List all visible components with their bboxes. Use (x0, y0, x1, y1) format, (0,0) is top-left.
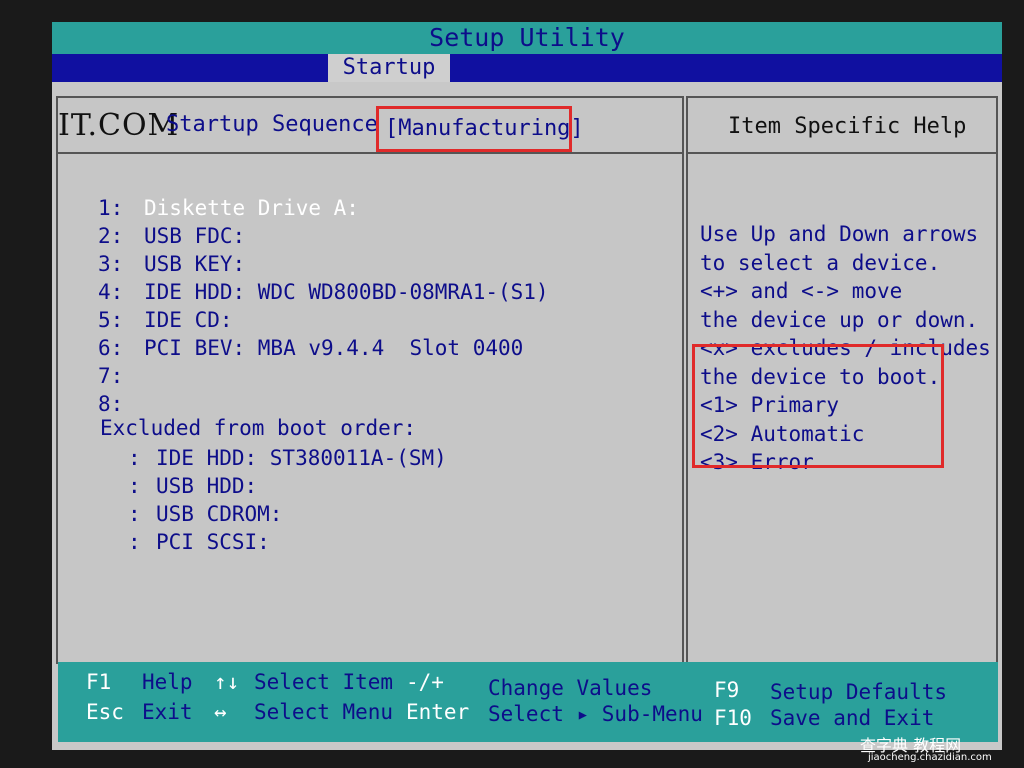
help-panel: Item Specific Help Use Up and Down arrow… (686, 96, 998, 664)
change-values-label: Change Values (488, 676, 653, 700)
tab-startup[interactable]: Startup (328, 54, 450, 82)
f9-key: F9 (714, 678, 740, 702)
up-down-arrows-icon: ↑↓ (214, 670, 240, 694)
window-title: Setup Utility (52, 22, 1002, 54)
plus-minus-key: -/+ (406, 670, 444, 694)
startup-sequence-value[interactable]: [Manufacturing] (376, 106, 584, 152)
panel-divider (688, 152, 996, 154)
select-submenu-label: Select ▸ Sub-Menu (488, 702, 703, 726)
boot-item[interactable]: 4: IDE HDD: WDC WD800BD-08MRA1-(S1) (98, 278, 549, 306)
left-right-arrows-icon: ↔ (214, 700, 227, 724)
select-item-label: Select Item (254, 670, 394, 694)
excluded-list: : IDE HDD: ST380011A-(SM) : USB HDD: : USB … (128, 444, 447, 556)
boot-item[interactable]: 8: (98, 390, 549, 418)
f1-key: F1 (86, 670, 112, 694)
help-line: the device up or down. (700, 307, 979, 332)
exit-label: Exit (142, 700, 193, 724)
help-line: <+> and <-> move (700, 279, 903, 303)
help-label: Help (142, 670, 193, 694)
boot-item[interactable]: 6: PCI BEV: MBA v9.4.4 Slot 0400 (98, 334, 549, 362)
f10-key: F10 (714, 706, 752, 730)
excluded-item[interactable]: : USB CDROM: (128, 500, 447, 528)
boot-order-list: 1: Diskette Drive A: 2: USB FDC: 3: USB KEY… (98, 194, 549, 418)
boot-item[interactable]: 2: USB FDC: (98, 222, 549, 250)
enter-key: Enter (406, 700, 470, 724)
bios-screen: Setup Utility Startup IT.COM Startup Seq… (52, 22, 1002, 750)
esc-key: Esc (86, 700, 124, 724)
watermark-text: IT.COM (58, 108, 180, 143)
excluded-item[interactable]: : USB HDD: (128, 472, 447, 500)
site-watermark-url: jiaocheng.chazidian.com (868, 752, 992, 763)
menu-bar: Startup (52, 54, 1002, 82)
excluded-title: Excluded from boot order: (100, 416, 417, 440)
help-title: Item Specific Help (728, 114, 967, 139)
panel-divider (58, 152, 682, 154)
excluded-item[interactable]: : IDE HDD: ST380011A-(SM) (128, 444, 447, 472)
boot-item[interactable]: 7: (98, 362, 549, 390)
footer-legend: F1 Help Esc Exit ↑↓ Select Item ↔ Select… (58, 662, 998, 742)
boot-item[interactable]: 5: IDE CD: (98, 306, 549, 334)
startup-panel: IT.COM Startup Sequence [Manufacturing] … (56, 96, 684, 664)
excluded-item[interactable]: : PCI SCSI: (128, 528, 447, 556)
help-highlight-box (692, 344, 944, 468)
boot-item[interactable]: 1: Diskette Drive A: (98, 194, 549, 222)
select-menu-label: Select Menu (254, 700, 394, 724)
help-line: Use Up and Down arrows (700, 222, 979, 246)
setup-defaults-label: Setup Defaults (770, 680, 948, 704)
save-and-exit-label: Save and Exit (770, 706, 935, 730)
startup-sequence-label: Startup Sequence (166, 112, 378, 137)
boot-item[interactable]: 3: USB KEY: (98, 250, 549, 278)
help-line: to select a device. (700, 250, 941, 275)
